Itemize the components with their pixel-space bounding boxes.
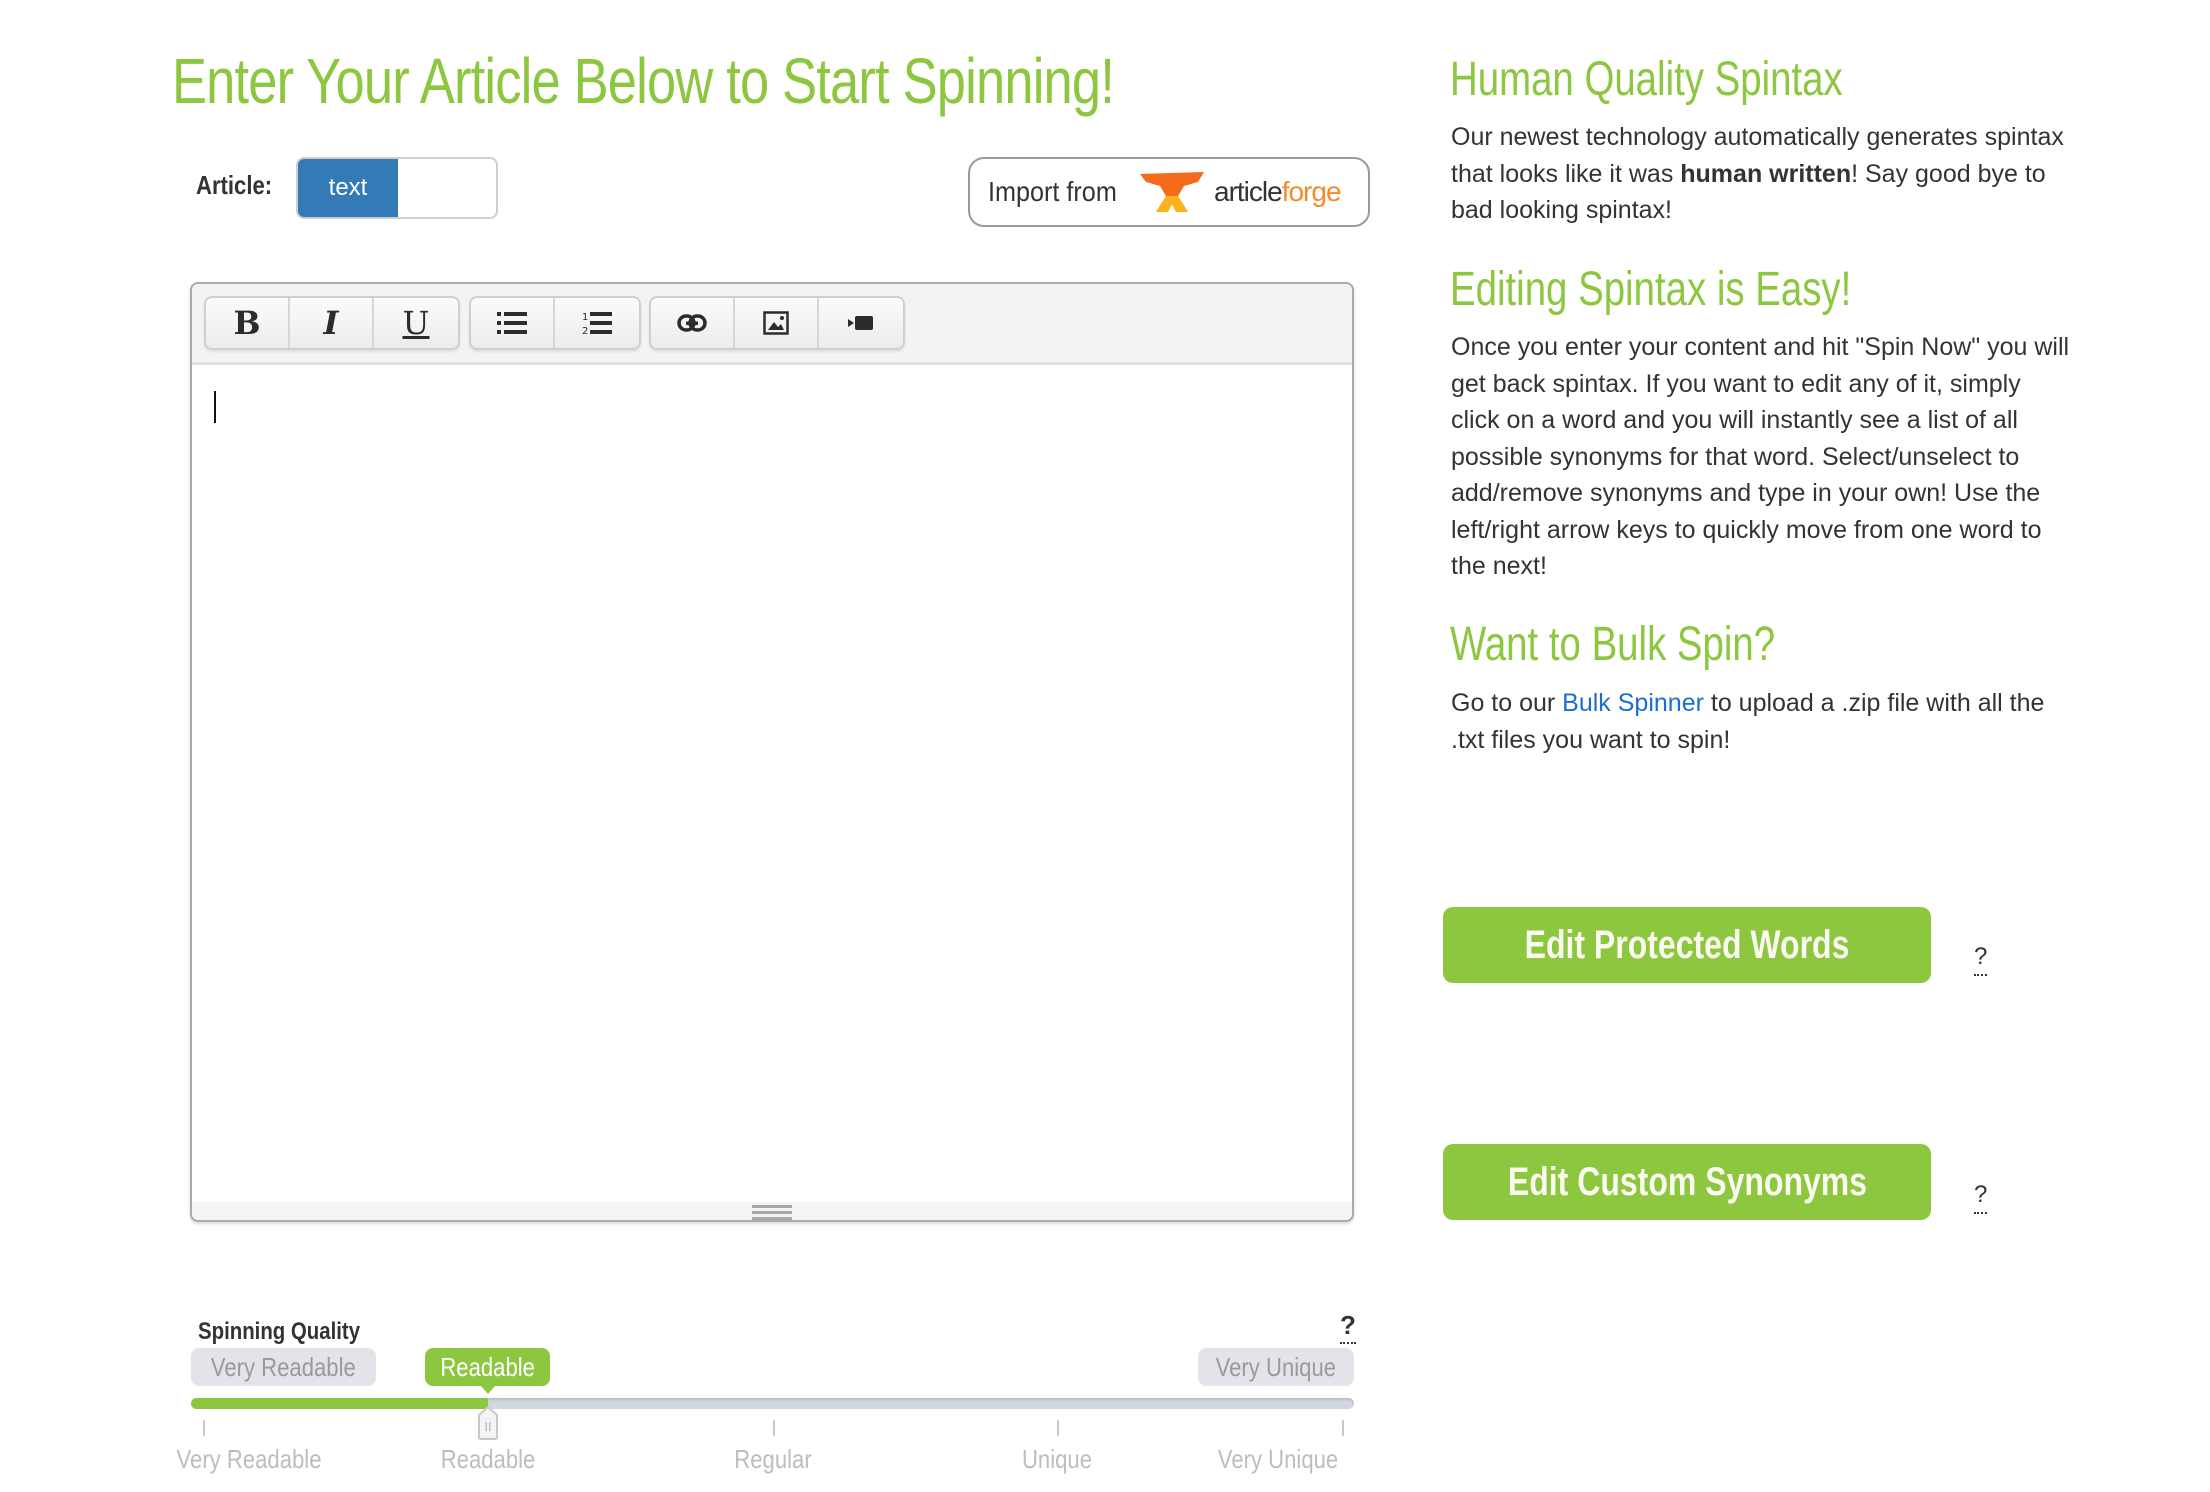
edit-custom-synonyms-button[interactable]: Edit Custom Synonyms <box>1443 1144 1931 1220</box>
bullet-list-icon <box>497 312 527 334</box>
video-button[interactable] <box>819 298 903 348</box>
section-text-editing: Once you enter your content and hit "Spi… <box>1451 333 2070 580</box>
slider-min-label: Very Readable <box>191 1348 376 1386</box>
slider-tick-label[interactable]: Readable <box>440 1444 535 1475</box>
image-button[interactable] <box>735 298 819 348</box>
numbered-list-icon: 1 2 <box>582 312 612 336</box>
slider-current-value: Readable <box>425 1348 551 1394</box>
resize-grip-icon <box>752 1205 792 1220</box>
slider-handle[interactable] <box>477 1406 498 1440</box>
bold-button[interactable]: B <box>206 298 290 348</box>
import-from-articleforge-button[interactable]: Import from articleforge <box>968 157 1370 227</box>
link-icon <box>677 314 707 332</box>
article-label: Article: <box>196 170 273 200</box>
format-button-group: B I U <box>204 296 460 350</box>
protected-words-help[interactable]: ? <box>1974 944 1988 976</box>
editor-resize-handle[interactable] <box>192 1202 1352 1220</box>
anvil-logo-icon <box>1140 172 1204 212</box>
editor-text-area[interactable] <box>192 365 1352 1202</box>
section-heading-human-quality: Human Quality Spintax <box>1450 53 1843 106</box>
svg-text:2: 2 <box>582 326 588 336</box>
article-editor: B I U 1 2 <box>190 282 1354 1222</box>
slider-fill <box>191 1398 488 1409</box>
video-icon <box>848 316 873 330</box>
list-button-group: 1 2 <box>469 296 641 350</box>
custom-synonyms-help[interactable]: ? <box>1974 1182 1988 1214</box>
spinning-quality-label: Spinning Quality <box>198 1318 361 1345</box>
slider-tick-label[interactable]: Unique <box>1022 1444 1092 1475</box>
bullet-list-button[interactable] <box>471 298 555 348</box>
page-title: Enter Your Article Below to Start Spinni… <box>172 45 1115 117</box>
slider-max-label: Very Unique <box>1198 1348 1354 1386</box>
slider-tick <box>1342 1420 1345 1436</box>
numbered-list-button[interactable]: 1 2 <box>555 298 639 348</box>
bulk-spinner-link[interactable]: Bulk Spinner <box>1562 689 1704 717</box>
insert-button-group <box>649 296 905 350</box>
spinning-quality-slider[interactable] <box>191 1398 1354 1409</box>
spinning-quality-help[interactable]: ? <box>1340 1312 1356 1344</box>
image-icon <box>763 311 789 335</box>
slider-tick <box>1057 1420 1060 1436</box>
svg-text:1: 1 <box>582 312 588 323</box>
text-caret <box>214 391 216 423</box>
section-heading-editing: Editing Spintax is Easy! <box>1450 263 1852 316</box>
section-heading-bulk-spin: Want to Bulk Spin? <box>1450 618 1776 671</box>
slider-tick <box>202 1420 205 1436</box>
italic-button[interactable]: I <box>290 298 374 348</box>
import-label: Import from <box>988 176 1117 207</box>
slider-tick <box>772 1420 775 1436</box>
slider-tick-label[interactable]: Very Readable <box>177 1444 322 1475</box>
edit-protected-words-button[interactable]: Edit Protected Words <box>1443 907 1931 983</box>
articleforge-brand: articleforge <box>1214 176 1342 207</box>
slider-tick-label[interactable]: Regular <box>734 1444 811 1475</box>
link-button[interactable] <box>651 298 735 348</box>
slider-tick-label[interactable]: Very Unique <box>1218 1444 1338 1475</box>
editor-toolbar: B I U 1 2 <box>192 284 1352 365</box>
section-text-human-quality: Our newest technology automatically gene… <box>1451 123 2064 224</box>
article-format-toggle[interactable]: text <box>296 157 498 219</box>
toggle-option-text[interactable]: text <box>298 159 398 217</box>
section-text-bulk-spin: Go to our Bulk Spinner to upload a .zip … <box>1451 689 2045 754</box>
underline-button[interactable]: U <box>374 298 458 348</box>
